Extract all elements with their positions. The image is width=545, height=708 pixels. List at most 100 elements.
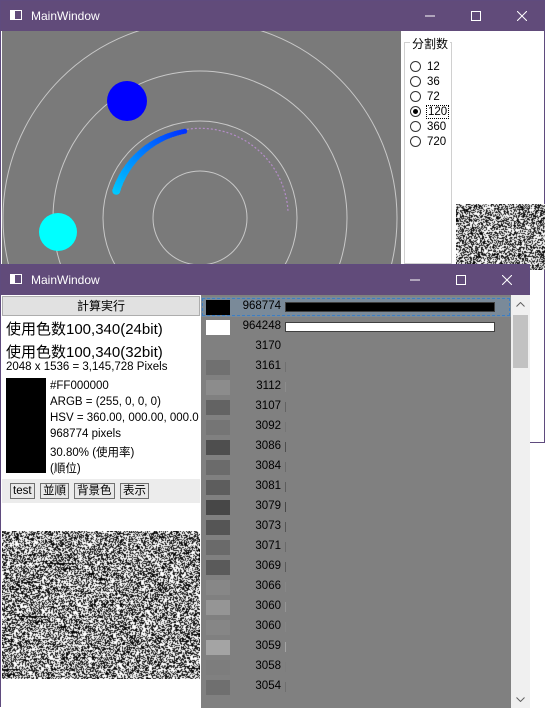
minimize-button[interactable] — [392, 265, 438, 295]
count-bar — [285, 342, 286, 352]
list-item[interactable]: 964248 — [201, 317, 511, 337]
test-button[interactable]: test — [10, 483, 35, 499]
pixel-count: 3060 — [255, 620, 281, 632]
close-button[interactable] — [484, 265, 530, 295]
list-item[interactable]: 968774 — [201, 297, 511, 317]
list-item[interactable]: 3081 — [201, 477, 511, 497]
count-bar — [285, 322, 495, 332]
list-item[interactable]: 3059 — [201, 637, 511, 657]
count-bar — [285, 502, 286, 512]
usage-rate: 30.80% (使用率) — [50, 447, 135, 459]
list-item[interactable]: 3071 — [201, 537, 511, 557]
radio-720[interactable]: 720 — [410, 134, 446, 149]
scroll-thumb[interactable] — [513, 315, 528, 368]
radio-360[interactable]: 360 — [410, 119, 446, 134]
show-button[interactable]: 表示 — [120, 483, 149, 499]
pixel-count: 3069 — [255, 560, 281, 572]
color-swatch — [206, 440, 230, 455]
count-bar — [285, 582, 286, 592]
minimize-button[interactable] — [407, 1, 453, 31]
color-count-32bit: 使用色数100,340(32bit) — [6, 344, 163, 361]
count-bar — [285, 302, 495, 312]
count-bar — [285, 362, 286, 372]
window-title: MainWindow — [31, 9, 100, 23]
color-swatch — [206, 600, 230, 615]
color-swatch — [206, 620, 230, 635]
list-item[interactable]: 3084 — [201, 457, 511, 477]
division-group: 分割数 12 36 72 120 360 720 — [402, 31, 456, 267]
count-bar — [285, 442, 286, 452]
scroll-up-arrow[interactable] — [511, 295, 530, 313]
title-bar[interactable]: MainWindow — [1, 1, 544, 31]
main-window-front: MainWindow 計算実行 使用色数100,340(24bit) 使用色数1… — [0, 264, 530, 708]
color-swatch — [206, 320, 230, 335]
radio-circle[interactable] — [410, 136, 421, 147]
pixel-count: 3170 — [255, 340, 281, 352]
chevron-down-icon — [516, 696, 525, 702]
title-bar[interactable]: MainWindow — [1, 265, 529, 295]
radio-120[interactable]: 120 — [410, 104, 450, 119]
chevron-up-icon — [516, 301, 525, 307]
maximize-icon — [456, 275, 466, 285]
list-item[interactable]: 3058 — [201, 657, 511, 677]
pixel-count: 3058 — [255, 660, 281, 672]
count-bar — [285, 422, 286, 432]
list-item[interactable]: 3079 — [201, 497, 511, 517]
close-button[interactable] — [499, 1, 545, 31]
radio-12[interactable]: 12 — [410, 59, 440, 74]
list-item[interactable]: 3170 — [201, 337, 511, 357]
radio-72[interactable]: 72 — [410, 89, 440, 104]
list-item[interactable]: 3054 — [201, 677, 511, 697]
count-bar — [285, 542, 286, 552]
color-swatch — [206, 680, 230, 695]
color-hex: #FF000000 — [50, 380, 109, 392]
color-swatch — [206, 660, 230, 675]
color-list-scrollbar[interactable] — [511, 295, 530, 708]
blue-dot — [107, 81, 147, 121]
count-bar — [285, 642, 286, 652]
radio-36[interactable]: 36 — [410, 74, 440, 89]
count-bar — [285, 662, 286, 672]
background-color-button[interactable]: 背景色 — [74, 483, 115, 499]
pixel-count: 3092 — [255, 420, 281, 432]
list-item[interactable]: 3092 — [201, 417, 511, 437]
color-swatch — [206, 460, 230, 475]
pixel-count: 3086 — [255, 440, 281, 452]
pixel-total: 2048 x 1536 = 3,145,728 Pixels — [6, 361, 168, 373]
radio-circle-selected[interactable] — [410, 106, 421, 117]
list-item[interactable]: 3107 — [201, 397, 511, 417]
noise-image — [2, 531, 200, 679]
radio-circle[interactable] — [410, 91, 421, 102]
radio-circle[interactable] — [410, 121, 421, 132]
list-item[interactable]: 3161 — [201, 357, 511, 377]
color-swatch — [206, 360, 230, 375]
hue-circle-drawing — [2, 31, 398, 267]
pixel-count: 3084 — [255, 460, 281, 472]
list-item[interactable]: 3073 — [201, 517, 511, 537]
maximize-button[interactable] — [438, 265, 484, 295]
color-list[interactable]: 968774 964248 3170 3161 3112 3107 3092 3086 3084… — [201, 295, 511, 708]
radio-circle[interactable] — [410, 76, 421, 87]
color-argb: ARGB = (255, 0, 0, 0) — [50, 396, 161, 408]
pixel-count: 3161 — [255, 360, 281, 372]
hue-circle-canvas[interactable] — [2, 31, 401, 267]
list-item[interactable]: 3060 — [201, 617, 511, 637]
list-item[interactable]: 3086 — [201, 437, 511, 457]
window-title: MainWindow — [31, 273, 100, 287]
scroll-down-arrow[interactable] — [511, 690, 530, 708]
color-swatch — [206, 540, 230, 555]
list-item[interactable]: 3069 — [201, 557, 511, 577]
count-bar — [285, 602, 286, 612]
list-item[interactable]: 3060 — [201, 597, 511, 617]
list-item[interactable]: 3066 — [201, 577, 511, 597]
app-icon — [10, 10, 22, 20]
run-calculation-button[interactable]: 計算実行 — [2, 296, 200, 316]
pixel-count: 3071 — [255, 540, 281, 552]
maximize-button[interactable] — [453, 1, 499, 31]
division-label: 分割数 — [410, 35, 451, 52]
list-item[interactable]: 3112 — [201, 377, 511, 397]
sort-button[interactable]: 並順 — [40, 483, 69, 499]
radio-circle[interactable] — [410, 61, 421, 72]
color-count-24bit: 使用色数100,340(24bit) — [6, 321, 163, 338]
color-swatch — [206, 560, 230, 575]
